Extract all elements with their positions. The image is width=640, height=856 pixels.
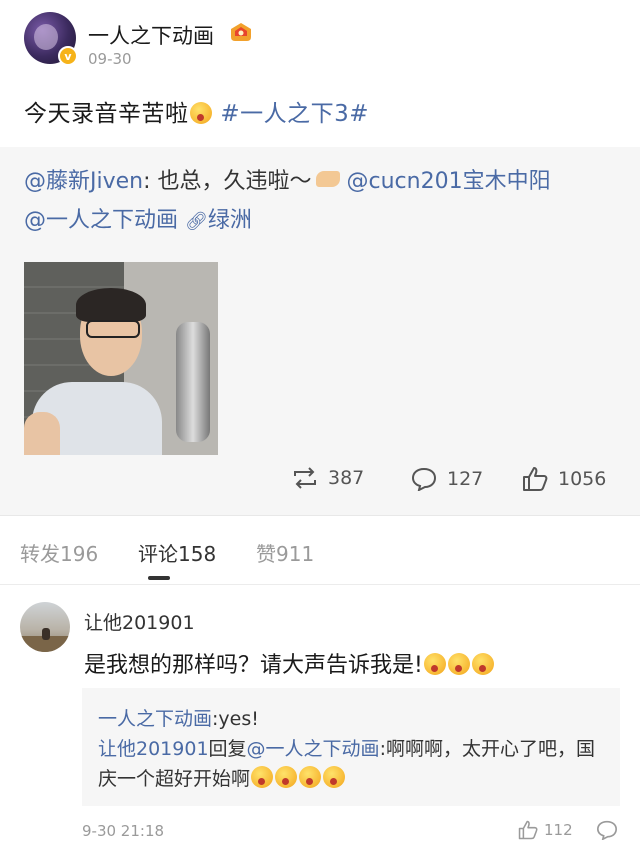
comment-like-button[interactable]: 112: [518, 820, 573, 840]
link-icon: 🔗︎: [185, 211, 208, 232]
repost-button[interactable]: 387: [292, 467, 364, 489]
verified-icon: v: [58, 46, 78, 66]
reply-username[interactable]: 一人之下动画: [98, 708, 212, 730]
emoji-icon: [189, 102, 212, 124]
vip-icon: [231, 23, 251, 41]
commenter-avatar[interactable]: [20, 602, 70, 652]
emoji-icon: [275, 766, 298, 788]
mention-link[interactable]: @藤新Jiven: [24, 169, 143, 194]
comment-text: 是我想的那样吗？请大声告诉我是!: [84, 647, 495, 679]
emoji-icon: [471, 653, 494, 675]
emoji-icon: [323, 766, 346, 788]
comment-button[interactable]: 127: [411, 467, 483, 491]
tab-reposts[interactable]: 转发196: [20, 538, 98, 567]
divider: [0, 584, 640, 585]
reply-item: 一人之下动画:yes!: [98, 704, 259, 731]
like-button[interactable]: 1056: [522, 466, 606, 492]
reply-username[interactable]: 让他201901: [98, 738, 209, 760]
reply-word: 回复: [208, 738, 247, 760]
link-oasis[interactable]: 绿洲: [208, 208, 252, 233]
emoji-icon: [299, 766, 322, 788]
tab-likes[interactable]: 赞911: [256, 538, 314, 567]
author-name[interactable]: 一人之下动画: [88, 20, 214, 50]
post-body: 今天录音辛苦啦: [24, 101, 189, 127]
repost-body: : 也总，久违啦～: [143, 169, 312, 194]
comment-time: 9-30 21:18: [82, 822, 165, 840]
post-hashtag[interactable]: #一人之下3#: [220, 101, 369, 127]
divider: [0, 515, 640, 516]
repost-icon: [294, 467, 316, 489]
comment-count: 127: [447, 468, 484, 490]
mention-link[interactable]: @cucn201宝木中阳: [347, 169, 551, 194]
repost-text: @藤新Jiven: 也总，久违啦～ @cucn201宝木中阳 @一人之下动画 🔗…: [24, 162, 624, 241]
comment-like-count: 112: [544, 821, 573, 839]
comment-icon: [411, 467, 437, 491]
repost-count: 387: [328, 467, 365, 489]
post-text: 今天录音辛苦啦 #一人之下3#: [24, 94, 369, 128]
active-tab-indicator: [148, 576, 170, 580]
emoji-icon: [315, 171, 340, 187]
reply-item: 让他201901回复@一人之下动画:啊啊啊，太开心了吧，国庆一个超好开始啊: [98, 734, 598, 794]
emoji-icon: [251, 766, 274, 788]
comment-body: 是我想的那样吗？请大声告诉我是!: [84, 653, 423, 678]
emoji-icon: [447, 653, 470, 675]
repost-photo[interactable]: [24, 262, 218, 455]
like-count: 1056: [558, 468, 607, 490]
like-icon: [518, 820, 538, 840]
commenter-name[interactable]: 让他201901: [84, 608, 195, 635]
reply-text: :yes!: [212, 708, 259, 730]
mention-link[interactable]: @一人之下动画: [24, 208, 178, 233]
reply-icon[interactable]: [596, 820, 618, 840]
emoji-icon: [423, 653, 446, 675]
like-icon: [523, 467, 548, 491]
mention-link[interactable]: @一人之下动画: [247, 738, 380, 760]
post-date: 09-30: [88, 50, 132, 68]
tab-comments[interactable]: 评论158: [138, 538, 216, 567]
